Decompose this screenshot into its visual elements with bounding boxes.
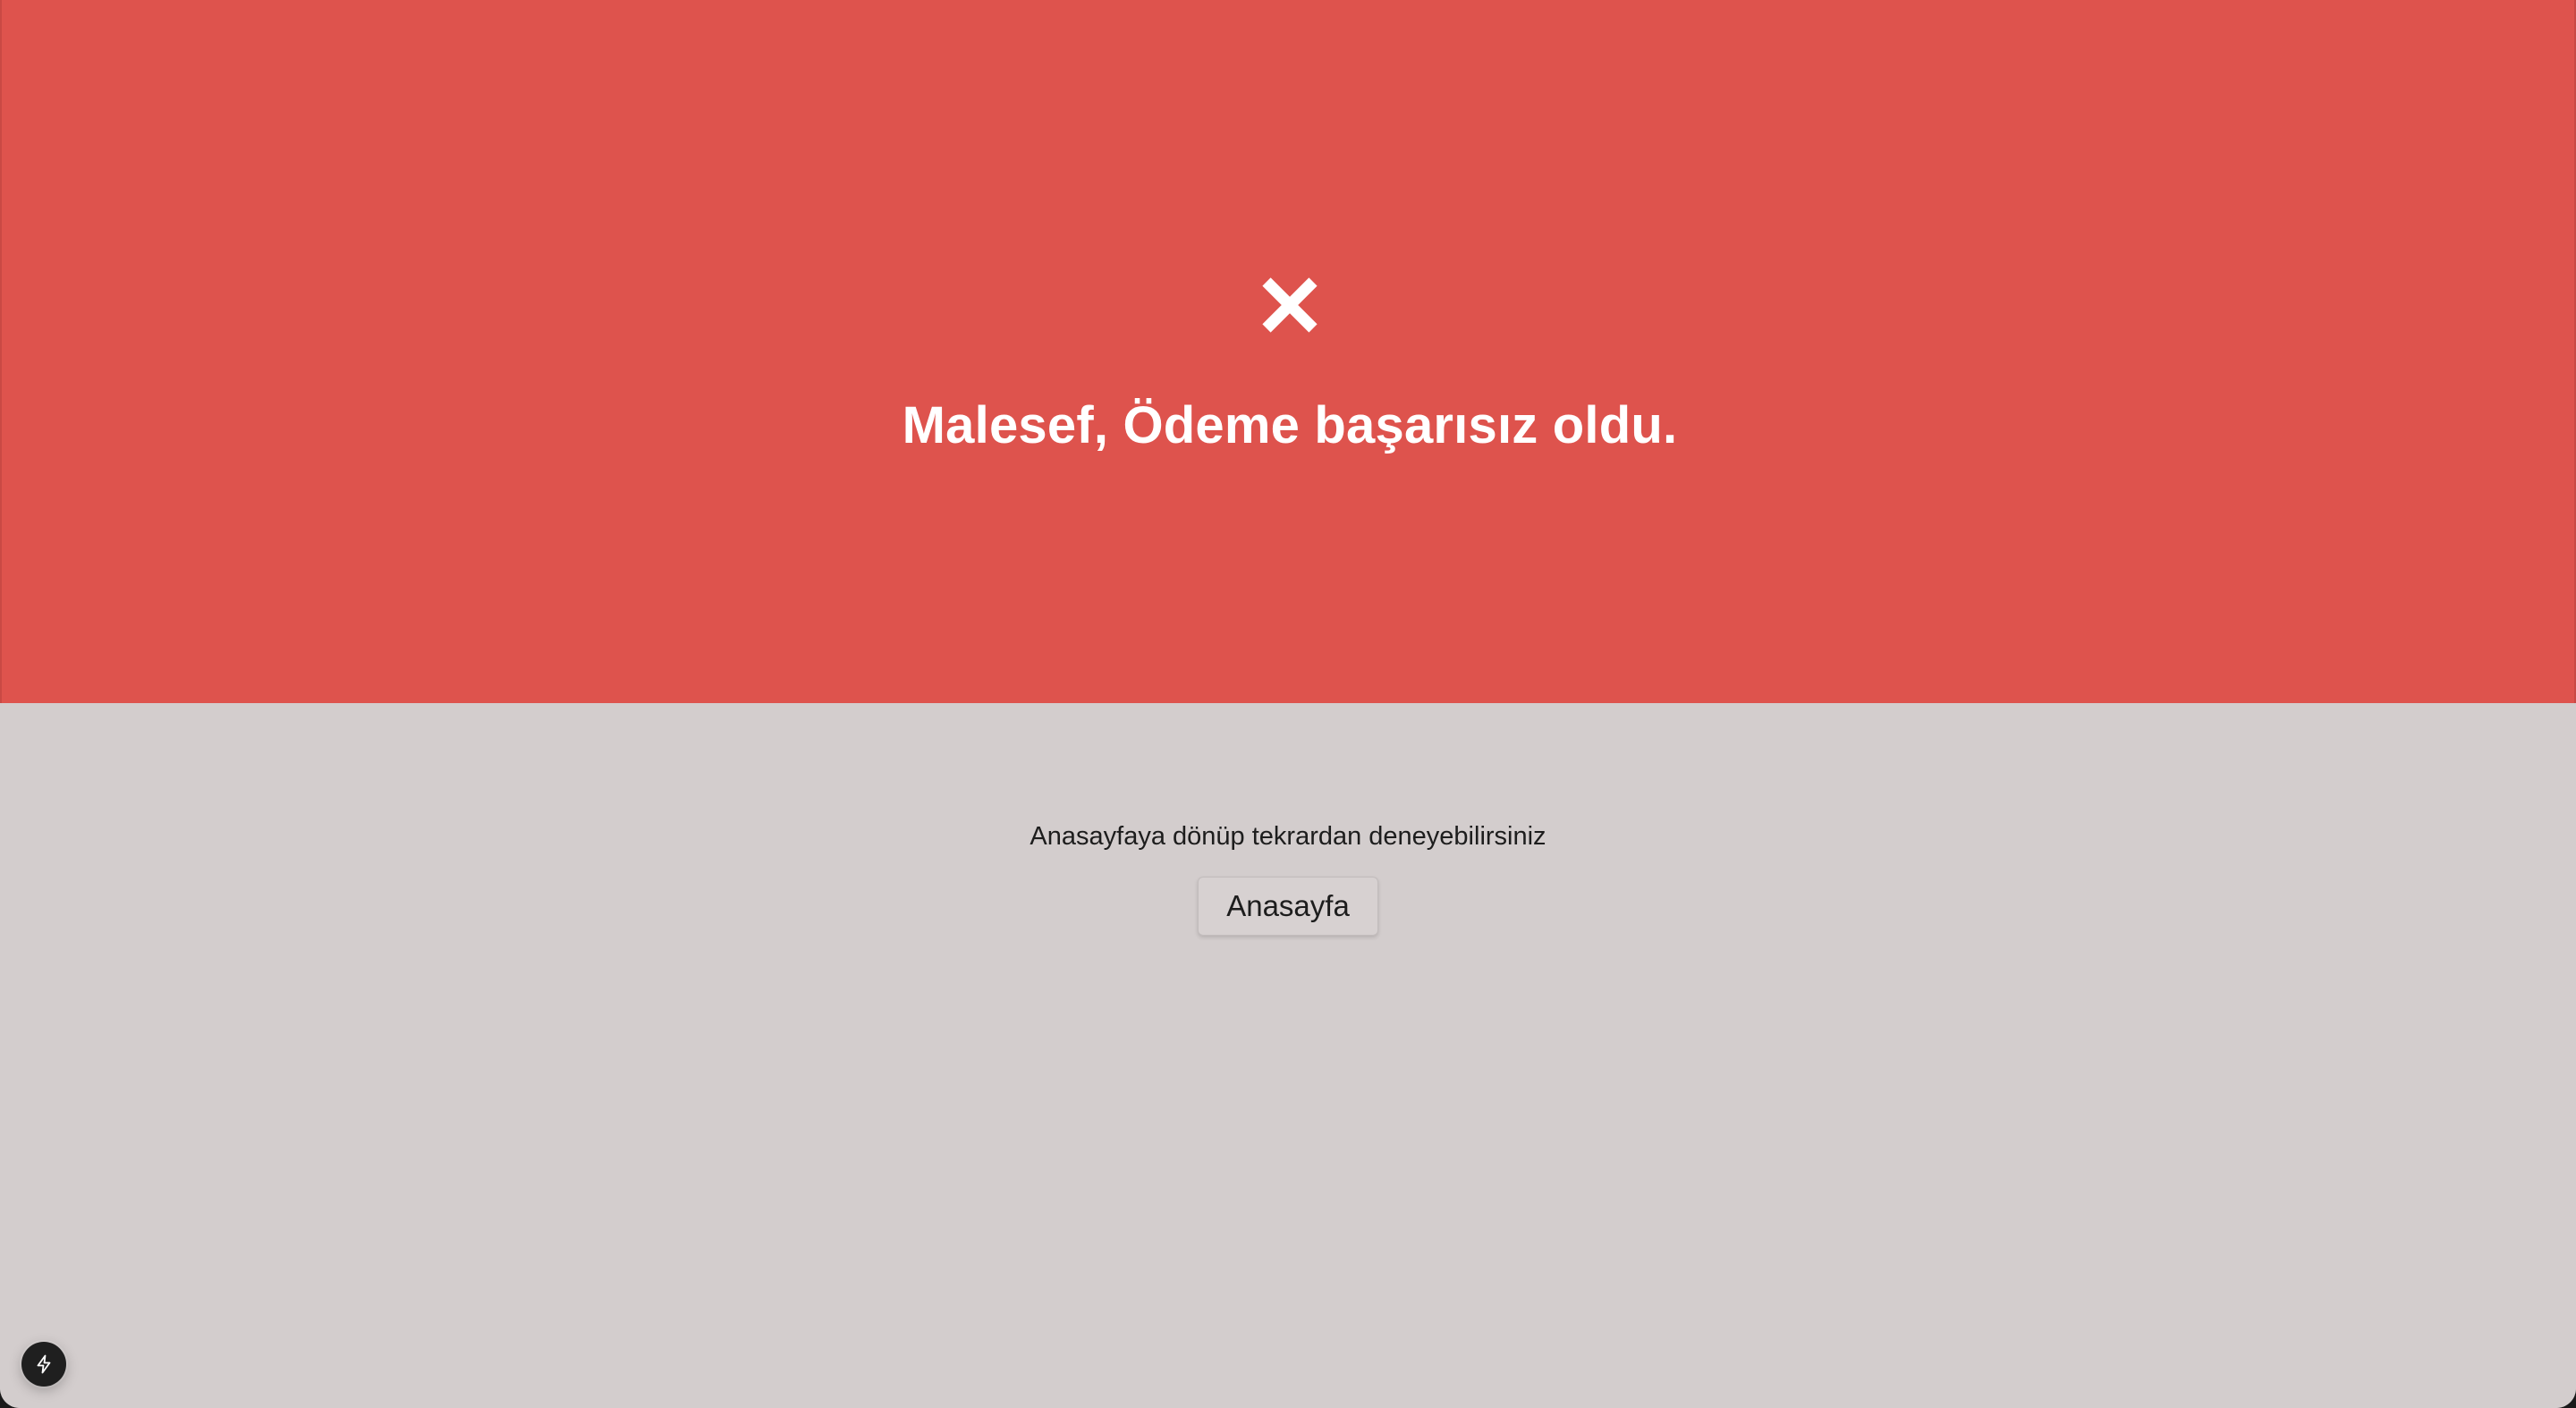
close-icon — [1262, 277, 1318, 333]
page-title: Malesef, Ödeme başarısız oldu. — [902, 396, 1678, 454]
lightning-icon — [37, 1354, 51, 1374]
dev-tools-button[interactable] — [21, 1342, 66, 1387]
main-content: Anasayfaya dönüp tekrardan deneyebilirsi… — [0, 703, 2576, 1408]
retry-message: Anasayfaya dönüp tekrardan deneyebilirsi… — [1030, 822, 1546, 851]
payment-failed-page: Malesef, Ödeme başarısız oldu. Anasayfay… — [0, 0, 2576, 1408]
failure-hero-banner: Malesef, Ödeme başarısız oldu. — [0, 0, 2576, 703]
home-button[interactable]: Anasayfa — [1198, 877, 1378, 936]
